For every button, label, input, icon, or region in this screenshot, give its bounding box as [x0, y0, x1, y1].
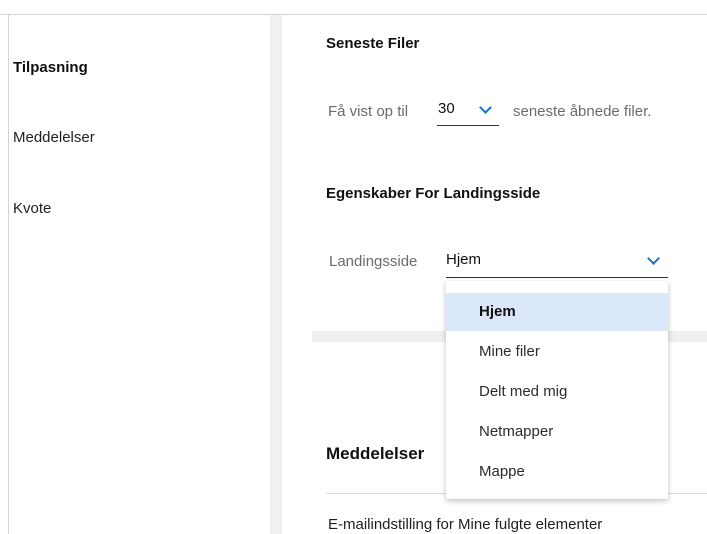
- sidebar-item-kvote[interactable]: Kvote: [13, 200, 51, 217]
- sidebar-item-tilpasning[interactable]: Tilpasning: [13, 59, 88, 76]
- dropdown-option-mappe[interactable]: Mappe: [446, 453, 668, 491]
- recent-files-suffix: seneste åbnede filer.: [513, 103, 652, 120]
- landing-page-selected-value: Hjem: [446, 251, 482, 268]
- dropdown-option-hjem[interactable]: Hjem: [446, 293, 668, 331]
- notifications-heading: Meddelelser: [326, 444, 425, 463]
- landing-properties-heading: Egenskaber For Landingsside: [326, 185, 541, 202]
- sidebar-scrollbar-gutter: [270, 15, 282, 534]
- chevron-down-icon: [647, 252, 660, 265]
- chevron-down-icon: [479, 101, 492, 114]
- recent-files-count-select[interactable]: 30: [437, 99, 499, 126]
- landing-page-select[interactable]: Hjem: [446, 250, 668, 278]
- settings-sidebar: Tilpasning Meddelelser Kvote: [9, 15, 270, 534]
- sidebar-item-meddelelser[interactable]: Meddelelser: [13, 129, 95, 146]
- dropdown-option-netmapper[interactable]: Netmapper: [446, 413, 668, 451]
- landing-page-dropdown-menu: Hjem Mine filer Delt med mig Netmapper M…: [446, 281, 668, 499]
- recent-files-count-value: 30: [438, 100, 455, 117]
- dropdown-option-delt-med-mig[interactable]: Delt med mig: [446, 373, 668, 411]
- email-setting-label: E-mailindstilling for Mine fulgte elemen…: [328, 516, 603, 533]
- recent-files-prefix: Få vist op til: [328, 103, 409, 120]
- settings-page: Tilpasning Meddelelser Kvote Seneste Fil…: [0, 0, 707, 534]
- landing-page-label: Landingsside: [329, 253, 418, 270]
- dropdown-option-mine-filer[interactable]: Mine filer: [446, 333, 668, 371]
- recent-files-heading: Seneste Filer: [326, 35, 420, 52]
